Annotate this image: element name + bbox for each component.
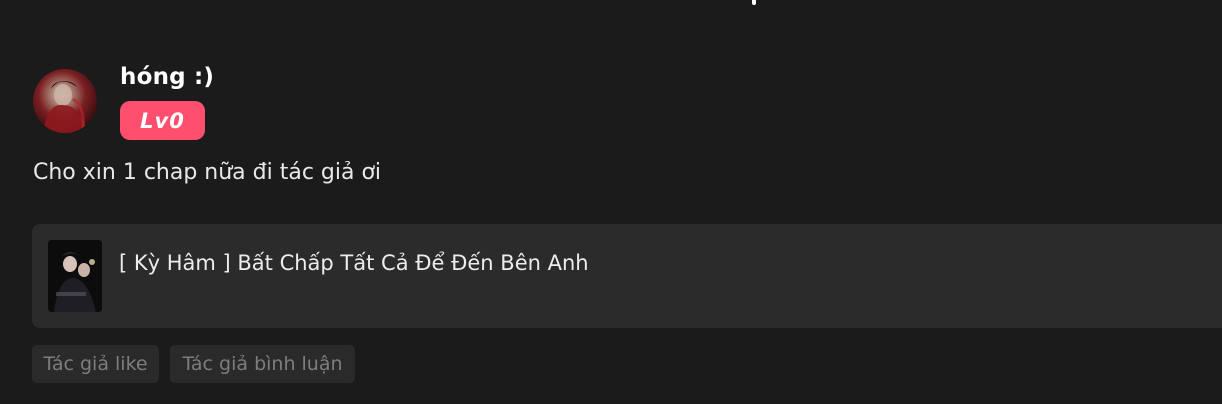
avatar[interactable] [33,69,97,133]
story-card[interactable]: [ Kỳ Hâm ] Bất Chấp Tất Cả Để Đến Bên An… [32,224,1222,328]
username[interactable]: hóng :) [120,64,214,90]
author-like-button[interactable]: Tác giả like [32,345,159,383]
author-comment-button[interactable]: Tác giả bình luận [170,345,355,383]
story-cover-image[interactable] [48,240,102,312]
story-title[interactable]: [ Kỳ Hâm ] Bất Chấp Tất Cả Để Đến Bên An… [119,251,589,275]
dot-marker [752,0,756,5]
level-badge: Lv0 [120,101,205,140]
comment-item: hóng :) Lv0 Cho xin 1 chap nữa đi tác gi… [0,0,1222,404]
comment-text: Cho xin 1 chap nữa đi tác giả ơi [33,160,382,185]
